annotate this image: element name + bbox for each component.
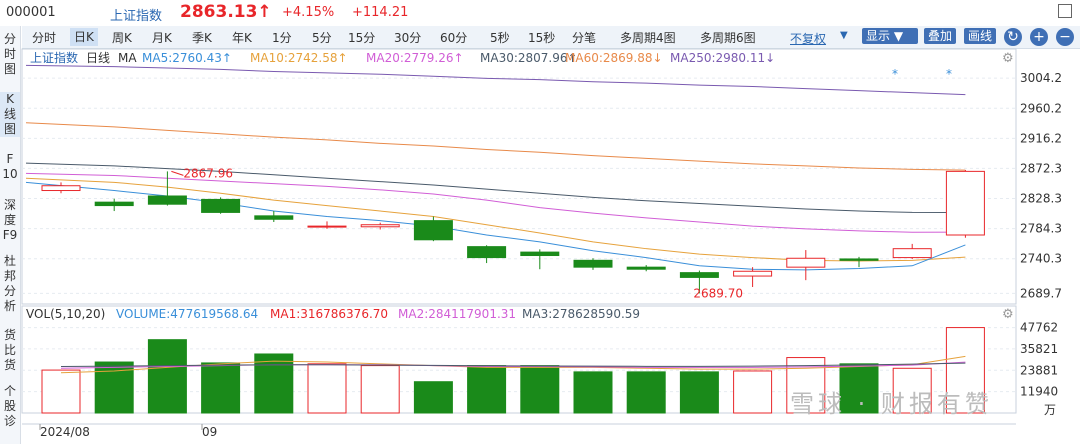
volume-tick-label: 35821 xyxy=(1020,342,1058,356)
ma-line-ma250 xyxy=(25,64,966,96)
legend-ma10: MA10:2742.58↑ xyxy=(250,51,348,65)
price-tick-label: 2960.2 xyxy=(1020,101,1062,115)
candle-body xyxy=(307,225,347,228)
volume-bar xyxy=(254,353,294,414)
candle-body xyxy=(839,258,879,261)
price-tick-label: 2689.7 xyxy=(1020,286,1062,300)
volume-bar xyxy=(360,365,400,414)
price-tick-label: 2740.3 xyxy=(1020,252,1062,266)
candle-body xyxy=(945,170,985,236)
high-annotation: 2867.96 xyxy=(183,166,233,180)
candle-body xyxy=(41,185,81,192)
vol-legend-ma1: MA1:316786376.70 xyxy=(270,307,388,321)
x-label-start: 2024/08 xyxy=(40,425,90,439)
vol-legend-label: VOL(5,10,20) xyxy=(26,307,105,321)
legend-name: 上证指数 xyxy=(30,50,78,65)
volume-bar xyxy=(520,365,560,414)
legend-ma30: MA30:2807.96↑ xyxy=(480,51,578,65)
candle-body xyxy=(467,246,507,259)
price-tick-label: 2916.2 xyxy=(1020,131,1062,145)
price-tick-label: 2872.3 xyxy=(1020,161,1062,175)
candle-body xyxy=(679,272,719,278)
candle-body xyxy=(520,251,560,257)
volume-bar xyxy=(679,371,719,414)
vol-legend-ma2: MA2:284117901.31 xyxy=(398,307,516,321)
low-annotation: 2689.70 xyxy=(693,286,743,300)
volume-bar xyxy=(626,371,666,414)
candle-body xyxy=(626,266,666,270)
candle-body xyxy=(201,198,241,213)
x-label-sep: 09 xyxy=(202,425,217,439)
settings-icon: ⚙ xyxy=(1002,51,1014,66)
candle-body xyxy=(573,259,613,268)
kline-chart[interactable]: 3004.2 2960.2 2916.2 2872.3 2828.3 2784.3 2740… xyxy=(0,0,1080,444)
marker-star: * xyxy=(892,67,898,81)
volume-bar xyxy=(467,365,507,414)
candle-body xyxy=(892,248,932,259)
legend-ma20: MA20:2779.26↑ xyxy=(366,51,464,65)
volume-tick-label: 11940 xyxy=(1020,385,1058,399)
candle-body xyxy=(147,195,187,205)
legend-ma: MA xyxy=(118,51,137,65)
volume-bar xyxy=(573,371,613,414)
ma-line-ma60 xyxy=(25,122,966,171)
volume-unit-label: 万 xyxy=(1044,403,1056,417)
legend-ma250: MA250:2980.11↓ xyxy=(670,51,775,65)
volume-tick-label: 23881 xyxy=(1020,363,1058,377)
volume-bar xyxy=(307,363,347,414)
candle-body xyxy=(94,201,134,207)
settings-icon: ⚙ xyxy=(1002,307,1014,322)
vol-legend-ma3: MA3:278628590.59 xyxy=(522,307,640,321)
watermark: 雪球 · 财报有赞 xyxy=(790,390,993,418)
price-tick-label: 2828.3 xyxy=(1020,192,1062,206)
volume-bar xyxy=(733,370,773,414)
volume-bar xyxy=(201,362,241,414)
candle-body xyxy=(786,257,826,268)
volume-bar xyxy=(41,369,81,414)
legend-ma60: MA60:2869.88↓ xyxy=(565,51,663,65)
candle-body xyxy=(254,215,294,220)
marker-star: * xyxy=(946,67,952,81)
legend-ma5: MA5:2760.43↑ xyxy=(142,51,232,65)
volume-bar xyxy=(147,339,187,414)
candle-body xyxy=(360,224,400,228)
high-marker xyxy=(171,170,184,176)
price-tick-label: 3004.2 xyxy=(1020,71,1062,85)
price-tick-label: 2784.3 xyxy=(1020,222,1062,236)
price-panel xyxy=(21,48,1017,305)
volume-tick-label: 47762 xyxy=(1020,321,1058,335)
candle-body xyxy=(413,220,453,241)
volume-bar xyxy=(413,381,453,414)
legend-period: 日线 xyxy=(86,51,110,65)
candle-body xyxy=(733,270,773,277)
vol-legend-volume: VOLUME:477619568.64 xyxy=(116,307,258,321)
